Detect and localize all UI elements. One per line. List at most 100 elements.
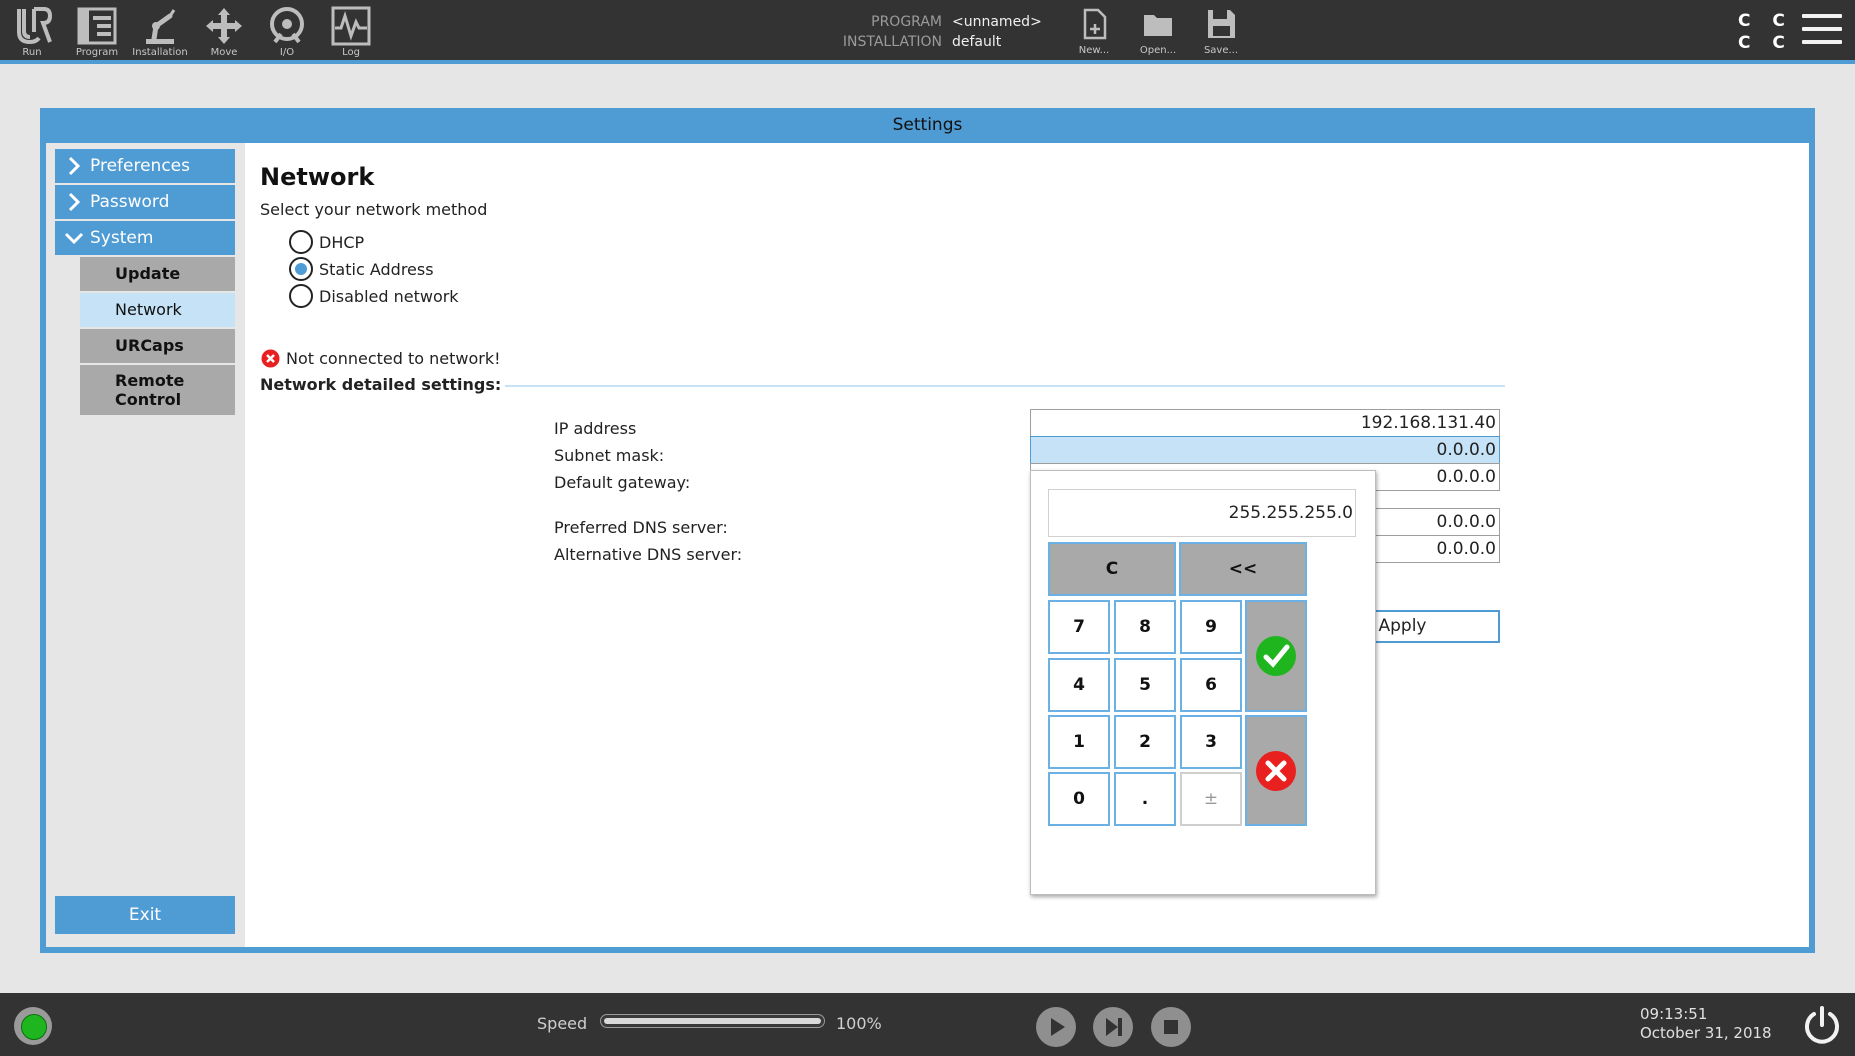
- speed-label: Speed: [537, 1014, 588, 1033]
- new-button[interactable]: New...: [1064, 7, 1124, 59]
- radio-label: DHCP: [319, 232, 365, 252]
- stop-button[interactable]: [1151, 1007, 1191, 1047]
- open-button-label: Open...: [1139, 45, 1177, 56]
- stop-icon: [1164, 1020, 1178, 1034]
- sidebar-item-update[interactable]: Update: [80, 257, 235, 291]
- log-tab[interactable]: Log: [321, 4, 381, 62]
- radio-label: Static Address: [319, 259, 434, 279]
- chevron-right-icon: [68, 192, 81, 212]
- new-button-label: New...: [1078, 45, 1110, 56]
- step-button[interactable]: [1093, 1007, 1133, 1047]
- move-tab-label: Move: [210, 47, 238, 58]
- program-key: PROGRAM: [871, 14, 942, 30]
- installation-icon: [146, 9, 176, 44]
- sidebar-item-label: Remote Control: [115, 371, 185, 409]
- step-forward-icon: [1106, 1018, 1122, 1036]
- sidebar-item-network[interactable]: Network: [80, 293, 235, 327]
- clock-time: 09:13:51: [1640, 1005, 1708, 1023]
- key-decimal[interactable]: .: [1114, 772, 1176, 826]
- key-6[interactable]: 6: [1180, 658, 1242, 712]
- network-panel: Network Select your network method DHCP …: [245, 143, 1809, 947]
- radio-label: Disabled network: [319, 286, 459, 306]
- cc-indicator-row: C C: [1738, 11, 1793, 31]
- run-tab[interactable]: Run: [2, 4, 62, 62]
- installation-name: default: [952, 34, 1002, 50]
- key-2[interactable]: 2: [1114, 715, 1176, 769]
- io-tab[interactable]: I/O: [257, 4, 317, 62]
- chevron-down-icon: [64, 232, 84, 245]
- ur-logo-icon: [17, 7, 53, 45]
- sidebar-item-preferences[interactable]: Preferences: [55, 149, 235, 183]
- sidebar-item-password[interactable]: Password: [55, 185, 235, 219]
- settings-sidebar: Preferences Password System Update Netwo…: [46, 143, 242, 947]
- key-3[interactable]: 3: [1180, 715, 1242, 769]
- sidebar-item-urcaps[interactable]: URCaps: [80, 329, 235, 363]
- program-tab[interactable]: Program: [67, 4, 127, 62]
- preferred-dns-label: Preferred DNS server:: [554, 518, 728, 537]
- ip-address-label: IP address: [554, 419, 637, 438]
- dhcp-radio[interactable]: DHCP: [289, 230, 364, 254]
- subnet-mask-field[interactable]: 0.0.0.0: [1030, 436, 1500, 464]
- default-gateway-label: Default gateway:: [554, 473, 691, 492]
- robot-status-led-icon[interactable]: [14, 1007, 52, 1045]
- clock-date: October 31, 2018: [1640, 1024, 1772, 1042]
- play-button[interactable]: [1036, 1007, 1076, 1047]
- speed-slider[interactable]: [600, 1014, 825, 1028]
- detail-settings-header: Network detailed settings:: [260, 375, 502, 394]
- io-icon: [270, 7, 304, 44]
- sidebar-item-label: Network: [115, 300, 182, 319]
- key-1[interactable]: 1: [1048, 715, 1110, 769]
- save-button[interactable]: Save...: [1191, 7, 1251, 59]
- key-0[interactable]: 0: [1048, 772, 1110, 826]
- numeric-keypad: 255.255.255.0 C << 7 8 9 4 5 6 1 2 3 0 .…: [1030, 470, 1376, 895]
- key-7[interactable]: 7: [1048, 600, 1110, 654]
- open-folder-icon: [1144, 15, 1172, 36]
- program-tab-label: Program: [75, 47, 119, 58]
- sidebar-item-label: Preferences: [90, 156, 190, 176]
- installation-tab-label: Installation: [132, 47, 188, 58]
- radio-button[interactable]: [289, 284, 313, 308]
- disabled-network-radio[interactable]: Disabled network: [289, 284, 459, 308]
- sidebar-item-label: Update: [115, 264, 181, 283]
- cc-indicator-row: C C: [1738, 33, 1793, 53]
- bottom-status-bar: Speed 100% 09:13:51 October 31, 2018: [0, 993, 1855, 1056]
- cancel-key[interactable]: [1245, 715, 1307, 826]
- clear-key[interactable]: C: [1048, 542, 1176, 596]
- settings-title: Settings: [892, 115, 963, 135]
- program-icon: [77, 7, 117, 45]
- ok-key[interactable]: [1245, 600, 1307, 712]
- power-icon[interactable]: [1801, 1004, 1843, 1046]
- installation-tab[interactable]: Installation: [130, 4, 190, 62]
- exit-button[interactable]: Exit: [55, 896, 235, 934]
- cc-indicator: C C C C: [1738, 10, 1793, 54]
- checkmark-icon: [1256, 636, 1296, 676]
- sidebar-item-label: System: [90, 228, 154, 248]
- keypad-display[interactable]: 255.255.255.0: [1048, 489, 1356, 537]
- key-8[interactable]: 8: [1114, 600, 1176, 654]
- io-tab-label: I/O: [279, 47, 295, 58]
- sidebar-item-system[interactable]: System: [55, 221, 235, 255]
- radio-button[interactable]: [289, 230, 313, 254]
- key-5[interactable]: 5: [1114, 658, 1176, 712]
- installation-key: INSTALLATION: [842, 34, 942, 50]
- program-name: <unnamed>: [952, 14, 1042, 30]
- speed-slider-fill: [604, 1018, 821, 1024]
- sidebar-item-label: Password: [90, 192, 170, 212]
- top-toolbar: Run Program Installation Move I/O Log PR…: [0, 0, 1855, 64]
- hamburger-menu-icon[interactable]: [1802, 14, 1842, 50]
- key-9[interactable]: 9: [1180, 600, 1242, 654]
- run-tab-label: Run: [22, 47, 42, 58]
- radio-button[interactable]: [289, 257, 313, 281]
- sidebar-item-remote-control[interactable]: Remote Control: [80, 365, 235, 415]
- open-button[interactable]: Open...: [1128, 7, 1188, 59]
- move-icon: [206, 8, 242, 44]
- log-icon: [331, 6, 371, 46]
- move-tab[interactable]: Move: [194, 4, 254, 62]
- key-4[interactable]: 4: [1048, 658, 1110, 712]
- connection-status: Not connected to network!: [261, 349, 501, 368]
- subnet-mask-label: Subnet mask:: [554, 446, 665, 465]
- static-address-radio[interactable]: Static Address: [289, 257, 434, 281]
- log-tab-label: Log: [342, 47, 360, 58]
- ip-address-field[interactable]: 192.168.131.40: [1030, 409, 1500, 437]
- backspace-key[interactable]: <<: [1179, 542, 1307, 596]
